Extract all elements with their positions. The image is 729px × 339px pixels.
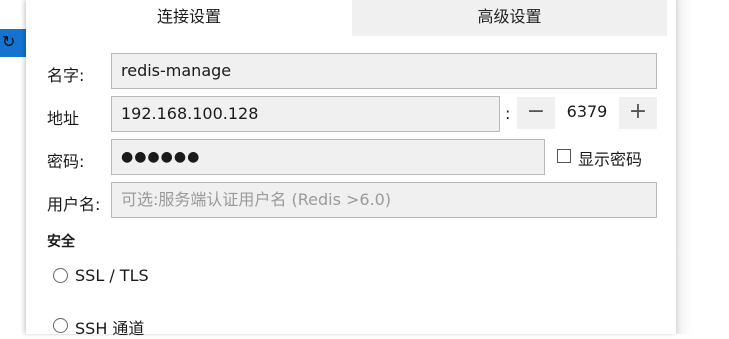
show-password-checkbox[interactable] [557,149,571,163]
tab-connection-settings[interactable]: 连接设置 [26,0,352,36]
address-label: 地址 [47,109,80,128]
tab-advanced-settings[interactable]: 高级设置 [352,0,667,36]
username-field[interactable]: 可选:服务端认证用户名 (Redis >6.0) [111,182,657,218]
show-password-label[interactable]: 显示密码 [578,146,642,170]
password-label: 密码: [47,152,85,171]
ssl-tls-radio[interactable] [53,268,68,283]
name-field[interactable]: redis-manage [111,53,657,89]
username-label: 用户名: [47,195,101,214]
name-label: 名字: [47,66,85,85]
port-stepper: − 6379 + [517,97,657,129]
ssh-tunnel-label[interactable]: SSH 通道 [75,315,144,339]
background-selection-bar: ↻ [0,29,26,57]
tab-bar: 连接设置 高级设置 [26,0,667,36]
port-increment-button[interactable]: + [619,97,657,129]
port-separator: : [505,104,511,123]
address-field[interactable]: 192.168.100.128 [111,96,500,132]
security-section-title: 安全 [47,234,75,250]
ssh-tunnel-radio[interactable] [53,318,68,333]
port-field[interactable]: 6379 [555,97,619,129]
connection-dialog: 连接设置 高级设置 名字: redis-manage 地址 192.168.10… [26,0,676,338]
port-decrement-button[interactable]: − [517,97,555,129]
ssl-tls-label[interactable]: SSL / TLS [75,266,149,285]
refresh-icon: ↻ [2,32,16,51]
password-field[interactable]: ●●●●●● [111,139,545,175]
background-edge [676,0,729,334]
